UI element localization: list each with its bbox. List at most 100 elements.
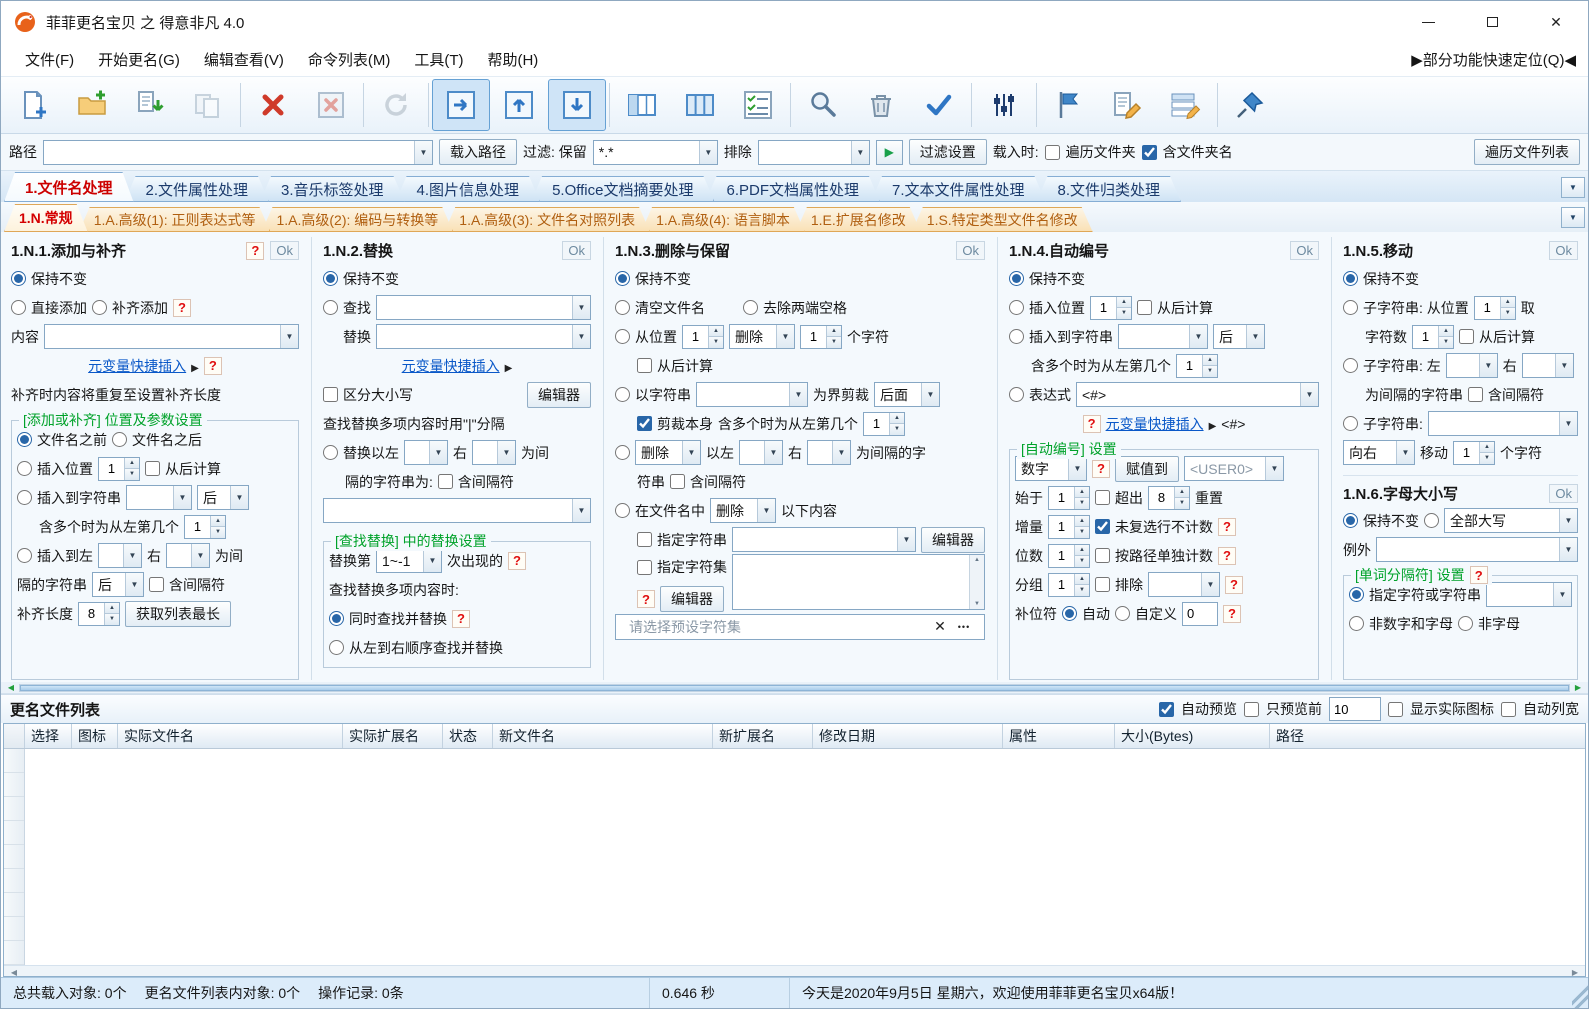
menu-tools[interactable]: 工具(T) <box>402 45 475 74</box>
filter-settings-button[interactable]: 过滤设置 <box>908 139 987 165</box>
check-list-button[interactable] <box>729 79 787 131</box>
help-button[interactable]: ? <box>452 609 470 628</box>
non-alpha-radio[interactable] <box>1458 616 1473 631</box>
more-presets-button[interactable] <box>952 615 976 639</box>
menu-edit-view[interactable]: 编辑查看(V) <box>192 45 296 74</box>
substr-between-radio[interactable] <box>1343 358 1358 373</box>
count-spinner[interactable] <box>800 324 842 349</box>
spec-string-checkbox[interactable] <box>637 532 652 547</box>
search-button[interactable] <box>794 79 852 131</box>
number-type-combo[interactable]: 数字 <box>1015 456 1087 481</box>
filter-combo[interactable]: *.* <box>592 139 718 165</box>
increment-spinner[interactable] <box>1048 514 1090 539</box>
pad-auto-radio[interactable] <box>1062 606 1077 621</box>
case-mode-combo[interactable]: 全部大写 <box>1444 508 1578 533</box>
exclude-checkbox[interactable] <box>1095 577 1110 592</box>
start-input[interactable] <box>1049 486 1074 509</box>
delete-mode-combo[interactable]: 删除 <box>635 440 701 465</box>
exceed-input[interactable] <box>1149 486 1174 509</box>
sub-tab-extension[interactable]: 1.E.扩展名修改 <box>796 207 921 232</box>
scroll-left-icon[interactable] <box>6 968 22 977</box>
char-count-spinner[interactable] <box>1412 324 1454 349</box>
open-folder-button[interactable] <box>63 79 121 131</box>
col-new-name[interactable]: 新文件名 <box>493 724 713 748</box>
help-button[interactable]: ? <box>1082 414 1101 433</box>
charset-textarea[interactable] <box>732 554 985 610</box>
help-button[interactable]: ? <box>637 590 655 608</box>
per-path-checkbox[interactable] <box>1095 548 1110 563</box>
main-tab-office-summary[interactable]: 5.Office文档摘要处理 <box>531 176 714 202</box>
insert-between-radio[interactable] <box>17 548 32 563</box>
move-down-button[interactable] <box>548 79 606 131</box>
multi-index-input[interactable] <box>864 412 889 435</box>
clear-list-button[interactable] <box>302 79 360 131</box>
expand-arrow-icon[interactable] <box>191 358 199 374</box>
digits-input[interactable] <box>1049 544 1074 567</box>
direct-add-radio[interactable] <box>11 300 26 315</box>
col-select[interactable]: 选择 <box>25 724 72 748</box>
replace-combo[interactable] <box>376 324 591 349</box>
insert-to-string-radio[interactable] <box>17 490 32 505</box>
after-name-radio[interactable] <box>112 432 127 447</box>
assign-target-combo[interactable]: <USER0> <box>1184 456 1284 481</box>
substr-string-radio[interactable] <box>1343 416 1358 431</box>
insert-pos-input[interactable] <box>99 457 124 480</box>
menu-file[interactable]: 文件(F) <box>13 45 86 74</box>
replace-between-radio[interactable] <box>323 445 338 460</box>
pad-add-radio[interactable] <box>92 300 107 315</box>
help-button[interactable]: ? <box>173 298 191 317</box>
col-size[interactable]: 大小(Bytes) <box>1115 724 1270 748</box>
case-sensitive-checkbox[interactable] <box>323 387 338 402</box>
between-right-combo[interactable] <box>166 543 210 568</box>
load-path-button[interactable]: 载入路径 <box>439 139 517 165</box>
between-right-combo[interactable] <box>807 440 851 465</box>
keep-radio[interactable] <box>615 271 630 286</box>
col-modified-date[interactable]: 修改日期 <box>813 724 1003 748</box>
before-after-combo[interactable]: 后 <box>1213 324 1265 349</box>
move-count-input[interactable] <box>1454 441 1479 464</box>
from-end-checkbox[interactable] <box>637 358 652 373</box>
pad-custom-input[interactable] <box>1182 601 1218 626</box>
content-combo[interactable] <box>44 324 299 349</box>
simultaneous-radio[interactable] <box>329 611 344 626</box>
between-right-combo[interactable] <box>472 440 516 465</box>
main-tab-music-tag[interactable]: 3.音乐标签处理 <box>260 176 405 202</box>
delete-mode-combo[interactable]: 删除 <box>710 498 776 523</box>
expand-arrow-icon[interactable] <box>1209 416 1217 432</box>
help-button[interactable]: ? <box>1469 566 1488 584</box>
spinner-buttons[interactable] <box>1174 486 1189 509</box>
edit-list-button[interactable] <box>1156 79 1214 131</box>
exclude-combo[interactable] <box>1148 572 1220 597</box>
include-separator-checkbox[interactable] <box>149 577 164 592</box>
help-button[interactable]: ? <box>1092 459 1110 478</box>
new-file-button[interactable] <box>5 79 63 131</box>
keep-radio[interactable] <box>1009 271 1024 286</box>
from-end-checkbox[interactable] <box>1137 300 1152 315</box>
sep-pos-combo[interactable]: 后 <box>92 572 144 597</box>
from-end-checkbox[interactable] <box>145 461 160 476</box>
spinner-buttons[interactable] <box>1202 354 1217 377</box>
sub-tab-encoding[interactable]: 1.A.高级(2): 编码与转换等 <box>261 207 453 232</box>
menu-help[interactable]: 帮助(H) <box>475 45 550 74</box>
between-left-combo[interactable] <box>98 543 142 568</box>
help-button[interactable]: ? <box>508 551 526 570</box>
path-combo[interactable] <box>43 139 433 165</box>
insert-pos-input[interactable] <box>1091 296 1116 319</box>
direction-combo[interactable]: 向右 <box>1343 440 1415 465</box>
assign-to-button[interactable]: 赋值到 <box>1115 455 1179 482</box>
editor-button[interactable]: 编辑器 <box>660 586 724 612</box>
meta-var-insert-link[interactable]: 元变量快捷插入 <box>88 356 186 376</box>
table-body[interactable] <box>4 749 1585 965</box>
increment-input[interactable] <box>1049 515 1074 538</box>
multi-index-spinner[interactable] <box>1176 353 1218 378</box>
keep-radio[interactable] <box>11 271 26 286</box>
position-spinner[interactable] <box>682 324 724 349</box>
between-left-combo[interactable] <box>404 440 448 465</box>
scroll-thumb[interactable] <box>20 684 1569 691</box>
adjust-sliders-button[interactable] <box>975 79 1033 131</box>
spec-char-combo[interactable] <box>1486 582 1572 607</box>
sequential-radio[interactable] <box>329 640 344 655</box>
filter-trash-button[interactable] <box>852 79 910 131</box>
multi-index-spinner[interactable] <box>184 514 226 539</box>
spinner-buttons[interactable] <box>1074 515 1089 538</box>
